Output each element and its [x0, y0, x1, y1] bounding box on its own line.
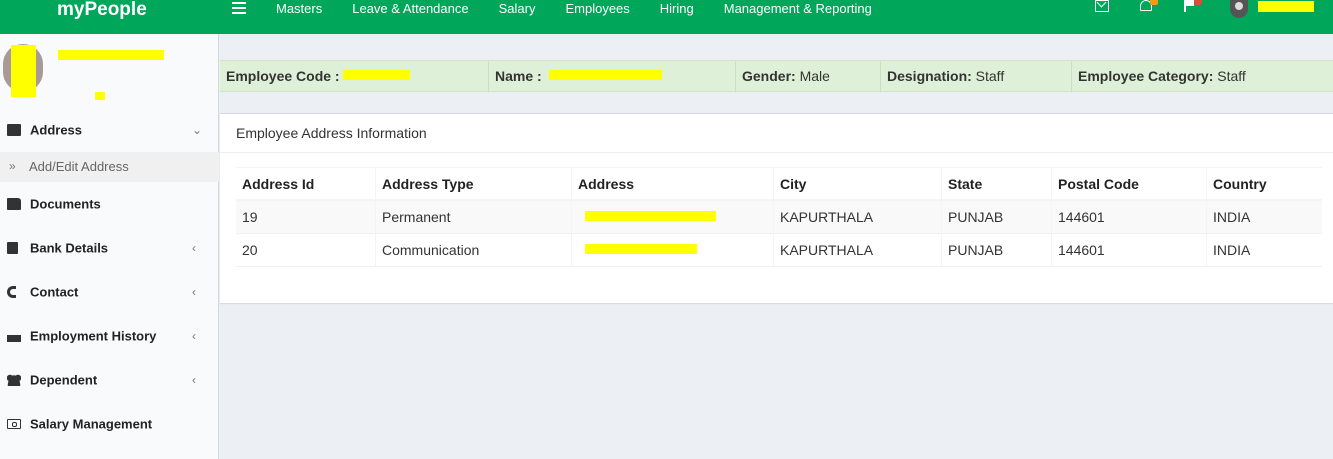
employee-code-redacted [343, 70, 410, 80]
chevron-left-icon: ‹ [192, 373, 196, 387]
double-angle-right-icon: » [9, 159, 16, 173]
gender-value: Male [799, 68, 830, 84]
column-header[interactable]: Address Id [236, 168, 375, 199]
postal-code-cell: 144601 [1051, 234, 1206, 266]
city-cell: KAPURTHALA [773, 234, 941, 266]
address-redacted [585, 244, 697, 254]
address-id-cell: 19 [242, 209, 258, 225]
employee-name-redacted [549, 70, 662, 80]
chevron-down-icon: ⌄ [192, 123, 203, 137]
envelope-icon [7, 124, 21, 136]
profile-status-redacted [95, 92, 105, 100]
country-cell: INDIA [1206, 201, 1322, 233]
profile-name-redacted [58, 50, 164, 60]
column-header[interactable]: Postal Code [1051, 168, 1206, 199]
app-logo[interactable]: myPeople [57, 0, 147, 22]
user-avatar[interactable] [1230, 0, 1248, 18]
notification-badge [1150, 0, 1158, 5]
table-row[interactable]: 19 Permanent KAPURTHALA PUNJAB 144601 IN… [236, 201, 1322, 234]
sidebar-item-salary-management[interactable]: Salary Management [0, 402, 219, 446]
chevron-left-icon: ‹ [192, 241, 196, 255]
column-header[interactable]: State [941, 168, 1051, 199]
envelope-icon[interactable] [1095, 0, 1109, 12]
phone-icon [7, 286, 16, 298]
employee-code-label: Employee Code : [226, 68, 340, 84]
column-header[interactable]: City [773, 168, 941, 199]
address-type-cell: Communication [375, 234, 571, 266]
money-icon [7, 419, 21, 429]
address-type-cell: Permanent [375, 201, 571, 233]
top-navbar: myPeople Masters Leave & Attendance Sala… [0, 0, 1333, 34]
chevron-left-icon: ‹ [192, 329, 196, 343]
nav-leave-attendance[interactable]: Leave & Attendance [352, 1, 468, 17]
state-cell: PUNJAB [941, 201, 1051, 233]
industry-icon [7, 330, 21, 342]
sidebar-item-label: Bank Details [30, 240, 109, 256]
sidebar-item-employment-history[interactable]: Employment History ‹ [0, 314, 219, 358]
folder-icon [7, 198, 21, 210]
employee-category: Employee Category: Staff [1071, 61, 1333, 92]
employee-gender: Gender: Male [735, 61, 880, 92]
nav-hiring[interactable]: Hiring [660, 1, 694, 17]
nav-masters[interactable]: Masters [276, 1, 322, 17]
designation-label: Designation: [887, 68, 972, 84]
sidebar-item-label: Salary Management [30, 416, 153, 432]
sidebar-item-bank-details[interactable]: Bank Details ‹ [0, 226, 219, 270]
chevron-left-icon: ‹ [192, 285, 196, 299]
book-icon [7, 242, 18, 254]
category-label: Employee Category: [1078, 68, 1214, 84]
avatar-redaction [11, 45, 36, 97]
nav-employees[interactable]: Employees [565, 1, 629, 17]
column-header[interactable]: Address Type [375, 168, 571, 199]
sidebar-subitem-add-edit-address[interactable]: » Add/Edit Address [0, 152, 219, 182]
postal-code-cell: 144601 [1051, 201, 1206, 233]
user-panel [0, 34, 219, 109]
users-icon [7, 374, 21, 386]
employee-designation: Designation: Staff [880, 61, 1071, 92]
sidebar-item-dependent[interactable]: Dependent ‹ [0, 358, 219, 402]
sidebar-subitem-label: Add/Edit Address [29, 159, 129, 174]
sidebar-item-label: Employment History [30, 328, 157, 344]
employee-name-label: Name : [495, 68, 542, 84]
sidebar-item-address[interactable]: Address ⌄ [0, 108, 219, 152]
column-header[interactable]: Address [571, 168, 773, 199]
city-cell: KAPURTHALA [773, 201, 941, 233]
country-cell: INDIA [1206, 234, 1322, 266]
nav-salary[interactable]: Salary [499, 1, 536, 17]
hamburger-icon[interactable] [232, 2, 246, 14]
designation-value: Staff [975, 68, 1005, 84]
sidebar-item-documents[interactable]: Documents [0, 182, 219, 226]
table-header-row: Address Id Address Type Address City Sta… [236, 167, 1322, 201]
user-name-redacted[interactable] [1258, 1, 1314, 12]
category-value: Staff [1217, 68, 1246, 84]
sidebar-item-label: Documents [30, 196, 101, 212]
flag-icon[interactable] [1184, 0, 1194, 12]
address-redacted [585, 211, 716, 221]
gender-label: Gender: [742, 68, 796, 84]
box-title: Employee Address Information [236, 125, 427, 141]
nav-management-reporting[interactable]: Management & Reporting [724, 1, 872, 17]
sidebar-item-label: Address [30, 122, 83, 138]
address-id-cell: 20 [242, 242, 258, 258]
sidebar-item-label: Dependent [30, 372, 98, 388]
sidebar-item-label: Contact [30, 284, 79, 300]
divider [220, 152, 1333, 153]
state-cell: PUNJAB [941, 234, 1051, 266]
sidebar-item-contact[interactable]: Contact ‹ [0, 270, 219, 314]
column-header[interactable]: Country [1206, 168, 1322, 199]
table-row[interactable]: 20 Communication KAPURTHALA PUNJAB 14460… [236, 234, 1322, 267]
sidebar: Address ⌄ » Add/Edit Address Documents B… [0, 34, 219, 459]
task-badge [1194, 0, 1202, 5]
main-menu: Masters Leave & Attendance Salary Employ… [276, 1, 902, 17]
